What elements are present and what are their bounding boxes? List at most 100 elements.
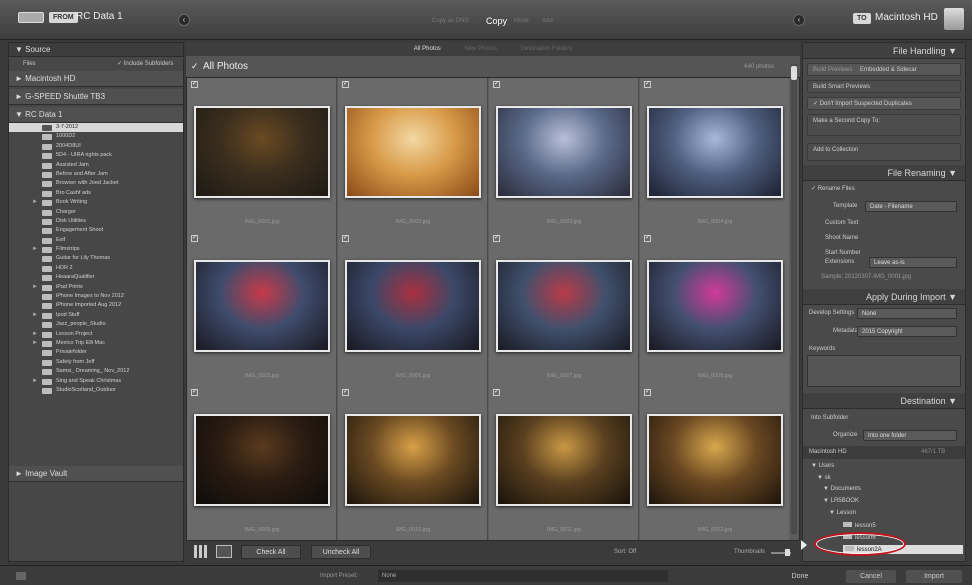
dont-import-duplicates-checkbox[interactable]: ✓ Don't Import Suspected Duplicates <box>807 97 961 110</box>
source-folder[interactable]: 3-7-2012 <box>9 123 183 133</box>
apply-during-import-header[interactable]: Apply During Import ▼ <box>803 289 965 305</box>
disclosure-arrow-icon[interactable]: ▼ <box>823 486 831 492</box>
source-folder[interactable]: ► Filmstrips <box>9 245 183 254</box>
thumbnail-size-slider[interactable] <box>771 549 791 556</box>
photo-thumbnail[interactable] <box>194 260 330 352</box>
destination-folder[interactable]: ▼ Lesson <box>829 510 856 516</box>
destination-name[interactable]: Macintosh HD <box>875 12 938 23</box>
source-folder[interactable]: iPhone Imported Aug 2012 <box>9 301 183 310</box>
photo-cell[interactable]: ✓ IMG_0002.jpg <box>338 78 488 238</box>
destination-folder[interactable]: ▼ sk <box>817 475 831 481</box>
photo-cell[interactable]: ✓ IMG_0007.jpg <box>489 232 639 392</box>
destination-folder[interactable]: lesson5 <box>843 522 876 529</box>
photo-thumbnail[interactable] <box>194 106 330 198</box>
photo-cell[interactable]: ✓ IMG_0006.jpg <box>338 232 488 392</box>
destination-back-icon[interactable]: ‹ <box>793 14 805 26</box>
mode-copy[interactable]: Copy <box>486 16 507 26</box>
file-renaming-header[interactable]: File Renaming ▼ <box>803 165 965 181</box>
uncheck-all-button[interactable]: Uncheck All <box>311 545 371 559</box>
source-folder[interactable]: Samsi_ Dreaming_ Nov_2012 <box>9 367 183 376</box>
disclosure-arrow-icon[interactable]: ► <box>32 245 38 254</box>
source-folder[interactable]: Exif <box>9 236 183 245</box>
include-subfolders-checkbox[interactable]: ✓ Include Subfolders <box>117 57 173 71</box>
photo-checkbox[interactable]: ✓ <box>644 235 651 242</box>
metadata-select[interactable]: 2015 Copyright <box>857 326 957 337</box>
source-folder[interactable]: ► Ipod Stuff <box>9 311 183 320</box>
organize-select[interactable]: Into one folder <box>863 430 957 441</box>
photo-checkbox[interactable]: ✓ <box>644 389 651 396</box>
import-button[interactable]: Import <box>906 570 962 583</box>
photo-checkbox[interactable]: ✓ <box>493 235 500 242</box>
source-folder[interactable]: Guitar for Lily Thomas <box>9 254 183 263</box>
photo-cell[interactable]: ✓ IMG_0011.jpg <box>489 386 639 540</box>
disclosure-arrow-icon[interactable]: ► <box>32 339 38 348</box>
photo-checkbox[interactable]: ✓ <box>493 389 500 396</box>
keywords-field[interactable] <box>807 355 961 387</box>
photo-thumbnail[interactable] <box>496 260 632 352</box>
grid-scrollbar[interactable] <box>791 64 797 534</box>
photo-cell[interactable]: ✓ IMG_0012.jpg <box>640 386 789 540</box>
photo-thumbnail[interactable] <box>647 260 783 352</box>
photo-thumbnail[interactable] <box>194 414 330 506</box>
import-preset-select[interactable]: None <box>378 570 668 582</box>
source-folder[interactable]: Engagement Shoot <box>9 226 183 235</box>
source-folder[interactable]: StudioScotland_Outdoor <box>9 386 183 395</box>
photo-cell[interactable]: ✓ IMG_0004.jpg <box>640 78 789 238</box>
photo-thumbnail[interactable] <box>345 260 481 352</box>
cancel-button[interactable]: Cancel <box>846 570 896 583</box>
filter-new-photos[interactable]: New Photos <box>464 46 496 52</box>
loupe-view-icon[interactable] <box>216 545 232 558</box>
photo-thumbnail[interactable] <box>496 414 632 506</box>
source-drive-icon[interactable] <box>18 12 44 23</box>
photo-checkbox[interactable]: ✓ <box>191 235 198 242</box>
photo-cell[interactable]: ✓ IMG_0001.jpg <box>187 78 337 238</box>
template-select[interactable]: Date - Filename <box>865 201 957 212</box>
mode-move[interactable]: Move <box>514 18 529 24</box>
photo-thumbnail[interactable] <box>496 106 632 198</box>
destination-folder[interactable]: ▼ Users <box>811 463 834 469</box>
source-folder[interactable]: Safety from Jeff <box>9 358 183 367</box>
destination-folder[interactable]: ▼ LR5BOOK <box>823 498 859 504</box>
disclosure-arrow-icon[interactable]: ▼ <box>811 463 819 469</box>
photo-cell[interactable]: ✓ IMG_0010.jpg <box>338 386 488 540</box>
photo-thumbnail[interactable] <box>345 106 481 198</box>
disclosure-arrow-icon[interactable]: ► <box>32 311 38 320</box>
source-folder[interactable]: ► iPad Prints <box>9 283 183 292</box>
source-folder[interactable]: Disk Utilities <box>9 217 183 226</box>
destination-folder[interactable]: ▼ Documents <box>823 486 861 492</box>
photo-checkbox[interactable]: ✓ <box>191 81 198 88</box>
volume-rc-data-1[interactable]: ▼ RC Data 1 <box>9 107 183 123</box>
source-back-icon[interactable]: ‹ <box>178 14 190 26</box>
source-folder[interactable]: ► Lesson Project <box>9 330 183 339</box>
photo-cell[interactable]: ✓ IMG_0008.jpg <box>640 232 789 392</box>
source-header[interactable]: ▼ Source <box>9 43 183 57</box>
photo-checkbox[interactable]: ✓ <box>493 81 500 88</box>
collapse-icon[interactable] <box>16 572 26 580</box>
volume-macintosh-hd[interactable]: ► Macintosh HD <box>9 71 183 87</box>
source-folder[interactable]: HDR 2 <box>9 264 183 273</box>
scrollbar-thumb[interactable] <box>791 66 797 80</box>
source-folder[interactable]: ► Sing and Speak Christmas <box>9 377 183 386</box>
mode-copy-as-dng[interactable]: Copy as DNG <box>432 18 469 24</box>
check-all-button[interactable]: Check All <box>241 545 301 559</box>
photo-checkbox[interactable]: ✓ <box>342 235 349 242</box>
filter-destination-folders[interactable]: Destination Folders <box>521 46 573 52</box>
mode-add[interactable]: Add <box>542 18 553 24</box>
disclosure-arrow-icon[interactable]: ► <box>32 198 38 207</box>
photo-thumbnail[interactable] <box>647 414 783 506</box>
photo-cell[interactable]: ✓ IMG_0005.jpg <box>187 232 337 392</box>
disclosure-arrow-icon[interactable]: ► <box>32 330 38 339</box>
source-folder[interactable]: ► Book Writing <box>9 198 183 207</box>
source-folder[interactable]: Assisted Jam <box>9 161 183 170</box>
photo-checkbox[interactable]: ✓ <box>644 81 651 88</box>
disclosure-arrow-icon[interactable]: ▼ <box>823 498 831 504</box>
disclosure-arrow-icon[interactable]: ► <box>32 283 38 292</box>
photo-checkbox[interactable]: ✓ <box>342 389 349 396</box>
photo-checkbox[interactable]: ✓ <box>342 81 349 88</box>
source-folder[interactable]: 2004D8UI <box>9 142 183 151</box>
source-folder[interactable]: iPhone Images to Nov 2012 <box>9 292 183 301</box>
source-folder[interactable]: 5D4 - UIRA rights pack <box>9 151 183 160</box>
source-folder[interactable]: HeaaraQualifier <box>9 273 183 282</box>
develop-settings-select[interactable]: None <box>857 308 957 319</box>
filter-all-photos[interactable]: All Photos <box>414 46 441 52</box>
